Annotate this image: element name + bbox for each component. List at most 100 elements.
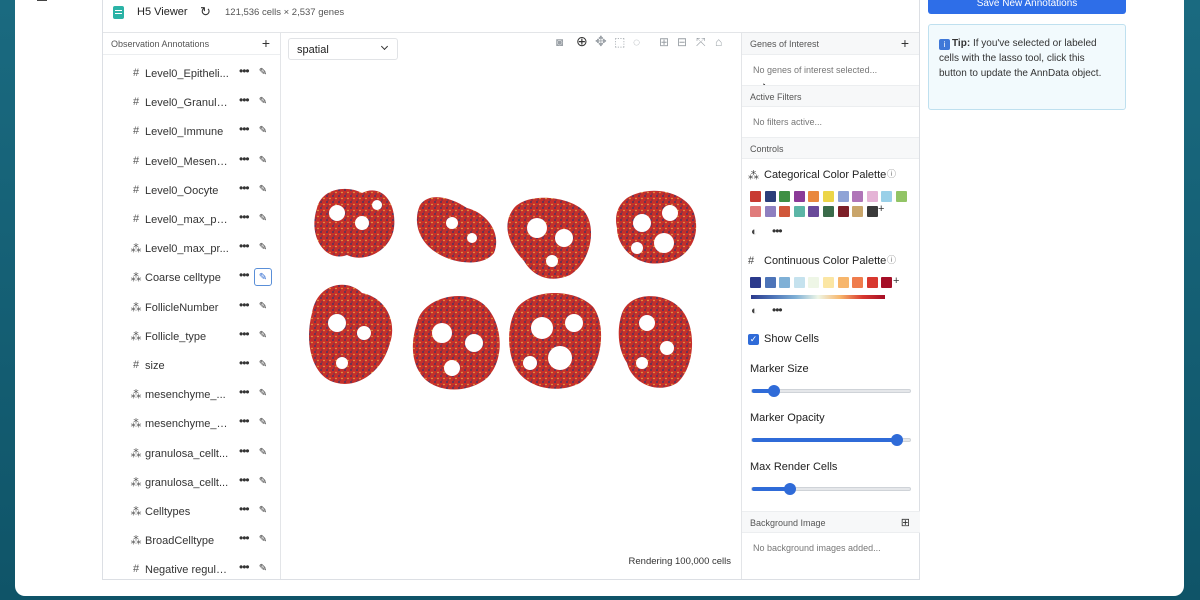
more-icon[interactable]: •••	[772, 224, 783, 238]
color-swatch[interactable]	[808, 206, 820, 217]
paint-brush-icon[interactable]: ✎	[254, 122, 272, 140]
color-swatch[interactable]	[779, 206, 791, 217]
annotation-row[interactable]: # Level0_Mesenc... ••• ✎	[103, 148, 281, 177]
annotation-row[interactable]: ⁂ Coarse celltype ••• ✎	[103, 264, 281, 293]
annotation-row[interactable]: ⁂ granulosa_cellt... ••• ✎	[103, 440, 281, 469]
camera-icon[interactable]: ◙	[556, 35, 563, 49]
autoscale-icon[interactable]: ⤧	[696, 35, 706, 50]
color-swatch[interactable]	[793, 206, 805, 217]
add-annotation-button[interactable]: +	[262, 35, 270, 51]
paint-brush-icon[interactable]: ✎	[254, 93, 272, 111]
color-swatch[interactable]	[866, 191, 878, 202]
color-swatch[interactable]	[881, 277, 893, 288]
embedding-select[interactable]: spatial	[288, 38, 398, 60]
more-icon[interactable]: •••	[239, 356, 250, 370]
pan-icon[interactable]: ✥	[595, 33, 607, 50]
color-swatch[interactable]	[750, 206, 761, 217]
info-icon[interactable]: ⓘ	[887, 167, 896, 180]
more-icon[interactable]: •••	[239, 93, 250, 107]
lasso-icon[interactable]: ◌	[633, 35, 640, 49]
add-color-button[interactable]: +	[893, 275, 899, 287]
annotation-row[interactable]: ⁂ FollicleNumber ••• ✎	[103, 294, 281, 323]
color-swatch[interactable]	[808, 277, 820, 288]
more-icon[interactable]: •••	[239, 122, 250, 136]
annotation-row[interactable]: ⁂ BroadCelltype ••• ✎	[103, 527, 281, 556]
slider-handle[interactable]	[768, 385, 781, 397]
color-swatch[interactable]	[750, 191, 761, 202]
add-color-button[interactable]: +	[878, 203, 884, 215]
more-icon[interactable]: •••	[239, 473, 250, 487]
palette-icon[interactable]: ◐	[751, 305, 758, 317]
color-swatch[interactable]	[793, 191, 805, 202]
save-annotations-button[interactable]: Save New Annotations	[928, 0, 1126, 14]
paint-brush-icon[interactable]: ✎	[254, 327, 272, 345]
more-icon[interactable]: •••	[239, 181, 250, 195]
color-swatch[interactable]	[866, 277, 878, 288]
more-icon[interactable]: •••	[239, 64, 250, 78]
annotation-row[interactable]: ⁂ Follicle_type ••• ✎	[103, 323, 281, 352]
color-swatch[interactable]	[764, 277, 776, 288]
color-swatch[interactable]	[779, 191, 791, 202]
paint-brush-icon[interactable]: ✎	[254, 531, 272, 549]
annotation-row[interactable]: # Level0_max_pred ••• ✎	[103, 206, 281, 235]
annotation-row[interactable]: # Level0_Oocyte ••• ✎	[103, 177, 281, 206]
annotation-row[interactable]: ⁂ granulosa_cellt... ••• ✎	[103, 469, 281, 498]
more-icon[interactable]: •••	[239, 385, 250, 399]
refresh-icon[interactable]: ↻	[200, 4, 211, 20]
zoom-icon[interactable]: ⊕	[576, 33, 588, 50]
color-swatch[interactable]	[779, 277, 791, 288]
more-icon[interactable]: •••	[239, 560, 250, 574]
annotation-row[interactable]: ⁂ Level0_max_pr... ••• ✎	[103, 235, 281, 264]
annotation-row[interactable]: ⁂ mesenchyme_... ••• ✎	[103, 381, 281, 410]
color-swatch[interactable]	[837, 191, 849, 202]
paint-brush-icon[interactable]: ✎	[254, 356, 272, 374]
slider-handle[interactable]	[783, 483, 796, 495]
annotation-row[interactable]: # Level0_Granulosa ••• ✎	[103, 89, 281, 118]
color-swatch[interactable]	[837, 277, 849, 288]
annotation-row[interactable]: # Negative regula... ••• ✎	[103, 556, 281, 585]
annotation-row[interactable]: # Level0_Epitheli... ••• ✎	[103, 60, 281, 89]
color-swatch[interactable]	[823, 206, 834, 217]
more-icon[interactable]: •••	[239, 298, 250, 312]
palette-icon[interactable]: ◐	[751, 226, 758, 238]
more-icon[interactable]: •••	[772, 303, 783, 317]
info-icon[interactable]: ⓘ	[887, 253, 896, 266]
paint-brush-icon[interactable]: ✎	[254, 64, 272, 82]
color-swatch[interactable]	[764, 191, 776, 202]
zoom-out-icon[interactable]: ⊟	[677, 35, 687, 49]
color-swatch[interactable]	[823, 277, 834, 288]
annotation-row[interactable]: # size ••• ✎	[103, 352, 281, 381]
color-swatch[interactable]	[881, 191, 893, 202]
more-icon[interactable]: •••	[239, 210, 250, 224]
paint-brush-icon[interactable]: ✎	[254, 298, 272, 316]
paint-brush-icon[interactable]: ✎	[254, 444, 272, 462]
slider-handle[interactable]	[891, 434, 904, 446]
spatial-scatter-plot[interactable]	[302, 183, 722, 423]
color-swatch[interactable]	[750, 277, 761, 288]
paint-brush-icon[interactable]: ✎	[254, 239, 272, 257]
more-icon[interactable]: •••	[239, 152, 250, 166]
show-cells-checkbox[interactable]: ✓	[748, 334, 759, 345]
more-icon[interactable]: •••	[239, 444, 250, 458]
color-swatch[interactable]	[866, 206, 878, 217]
paint-brush-icon[interactable]: ✎	[254, 152, 272, 170]
more-icon[interactable]: •••	[239, 414, 250, 428]
color-swatch[interactable]	[896, 191, 907, 202]
color-swatch[interactable]	[852, 277, 864, 288]
annotation-row[interactable]: ⁂ Celltypes ••• ✎	[103, 498, 281, 527]
annotation-row[interactable]: # Level0_Immune ••• ✎	[103, 118, 281, 147]
zoom-in-icon[interactable]: ⊞	[659, 35, 669, 49]
more-icon[interactable]: •••	[239, 531, 250, 545]
home-icon[interactable]: ⌂	[715, 35, 722, 49]
paint-brush-icon[interactable]: ✎	[254, 560, 272, 578]
paint-brush-icon[interactable]: ✎	[254, 181, 272, 199]
color-swatch[interactable]	[808, 191, 820, 202]
more-icon[interactable]: •••	[239, 239, 250, 253]
color-swatch[interactable]	[852, 206, 864, 217]
marker-size-slider[interactable]	[751, 385, 911, 397]
color-swatch[interactable]	[823, 191, 834, 202]
add-gene-button[interactable]: +	[901, 35, 909, 51]
paint-brush-icon[interactable]: ✎	[254, 414, 272, 432]
add-image-icon[interactable]: ⊞	[901, 516, 910, 529]
paint-brush-icon[interactable]: ✎	[254, 502, 272, 520]
